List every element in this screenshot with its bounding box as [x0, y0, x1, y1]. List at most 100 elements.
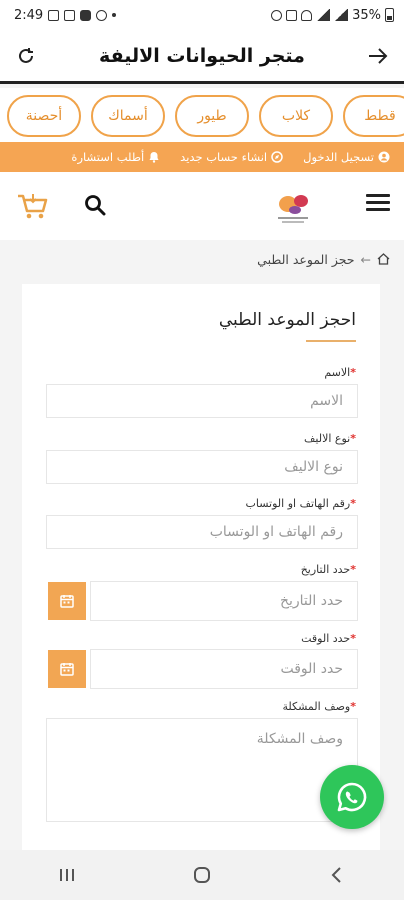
- recent-apps-button[interactable]: [47, 855, 87, 895]
- back-button[interactable]: [366, 44, 390, 68]
- name-placeholder: الاسم: [310, 393, 343, 409]
- pet-type-input[interactable]: نوع الاليف: [46, 450, 358, 484]
- status-left: 2:49: [14, 7, 117, 23]
- time-label: حدد الوقت*: [301, 632, 356, 645]
- category-cats[interactable]: قطط: [343, 95, 404, 137]
- compass-icon: [271, 151, 283, 163]
- category-dogs[interactable]: كلاب: [259, 95, 333, 137]
- calendar-icon: [60, 663, 74, 676]
- status-bar: 2:49 35%: [0, 0, 404, 30]
- time-placeholder: حدد الوقت: [280, 661, 343, 677]
- time-label-text: حدد الوقت: [301, 632, 351, 645]
- login-link[interactable]: تسجيل الدخول: [303, 150, 390, 164]
- mute-icon: [286, 9, 298, 21]
- chevron-left-icon: [331, 867, 341, 883]
- category-label: طيور: [197, 108, 227, 124]
- required-mark: *: [350, 563, 356, 576]
- time-input[interactable]: حدد الوقت: [90, 649, 358, 689]
- pets-logo-icon: [278, 195, 308, 223]
- back-nav-button[interactable]: [317, 855, 357, 895]
- whatsapp-icon: [337, 782, 367, 812]
- category-label: كلاب: [281, 108, 311, 124]
- required-mark: *: [350, 632, 356, 645]
- pet-type-label-text: نوع الاليف: [304, 432, 351, 445]
- gallery-notification-icon: [48, 9, 60, 21]
- pet-type-placeholder: نوع الاليف: [284, 459, 343, 475]
- phone-label: رقم الهاتف او الوتساب*: [246, 497, 356, 510]
- category-label: أسماك: [108, 108, 148, 124]
- phone-input[interactable]: رقم الهاتف او الوتساب: [46, 515, 358, 549]
- form-title: احجز الموعد الطبي: [218, 310, 356, 330]
- user-icon: [378, 151, 390, 163]
- status-right: 35%: [271, 8, 394, 23]
- cart-button[interactable]: [16, 190, 50, 226]
- app-title-bar: متجر الحيوانات الاليفة: [0, 30, 404, 84]
- name-input[interactable]: الاسم: [46, 384, 358, 418]
- page-title: متجر الحيوانات الاليفة: [99, 44, 305, 67]
- calendar-icon: [60, 595, 74, 608]
- phone-placeholder: رقم الهاتف او الوتساب: [209, 524, 343, 540]
- problem-label-text: وصف المشكلة: [282, 700, 351, 713]
- more-notifications-icon: [112, 13, 117, 17]
- register-label: انشاء حساب جديد: [180, 150, 268, 164]
- wifi-call-icon: [301, 9, 313, 21]
- account-links-bar: أطلب استشارة انشاء حساب جديد تسجيل الدخو…: [0, 142, 404, 172]
- name-label-text: الاسم: [324, 366, 351, 379]
- settings-notification-icon: [96, 9, 108, 21]
- cart-icon: [18, 194, 48, 219]
- phone-label-text: رقم الهاتف او الوتساب: [245, 497, 351, 510]
- hamburger-menu-button[interactable]: [366, 194, 390, 215]
- signal-icon: [316, 9, 331, 21]
- date-placeholder: حدد التاريخ: [279, 593, 343, 609]
- battery-icon: [385, 8, 394, 22]
- arrow-right-icon: [369, 47, 388, 64]
- whatsapp-button[interactable]: [320, 765, 384, 829]
- search-button[interactable]: [84, 194, 106, 220]
- site-logo[interactable]: [268, 188, 318, 228]
- search-icon: [85, 195, 106, 216]
- register-link[interactable]: انشاء حساب جديد: [180, 150, 283, 164]
- date-label: حدد التاريخ*: [301, 563, 356, 576]
- login-label: تسجيل الدخول: [303, 150, 374, 164]
- status-time: 2:49: [14, 7, 44, 23]
- menu-line: [366, 208, 390, 211]
- consult-link[interactable]: أطلب استشارة: [71, 150, 160, 164]
- gallery-notification-icon: [64, 9, 76, 21]
- breadcrumb-separator: ←: [360, 251, 371, 267]
- appointment-form-card: احجز الموعد الطبي الاسم* الاسم نوع الالي…: [22, 284, 380, 850]
- required-mark: *: [350, 497, 356, 510]
- breadcrumb-current: حجز الموعد الطبي: [257, 251, 355, 267]
- date-input[interactable]: حدد التاريخ: [90, 581, 358, 621]
- problem-textarea[interactable]: وصف المشكلة: [46, 718, 358, 822]
- signal-icon: [334, 9, 349, 21]
- home-icon[interactable]: [377, 253, 390, 265]
- home-circle-icon: [193, 867, 210, 883]
- category-fish[interactable]: أسماك: [91, 95, 165, 137]
- refresh-button[interactable]: [14, 44, 38, 68]
- date-label-text: حدد التاريخ: [300, 563, 351, 576]
- category-birds[interactable]: طيور: [175, 95, 249, 137]
- required-mark: *: [350, 366, 356, 379]
- category-label: أحصنة: [25, 108, 63, 124]
- category-label: قطط: [364, 108, 396, 124]
- consult-label: أطلب استشارة: [71, 150, 145, 164]
- time-calendar-button[interactable]: [48, 650, 86, 688]
- system-navigation-bar: [0, 850, 404, 900]
- facebook-notification-icon: [80, 9, 92, 21]
- home-button[interactable]: [182, 855, 222, 895]
- required-mark: *: [350, 432, 356, 445]
- refresh-icon: [19, 47, 33, 63]
- category-pills: قطط كلاب طيور أسماك أحصنة: [0, 88, 404, 142]
- problem-label: وصف المشكلة*: [283, 700, 357, 713]
- battery-percentage: 35%: [352, 7, 381, 23]
- bell-icon: [149, 152, 159, 163]
- alarm-icon: [271, 9, 283, 21]
- category-horses[interactable]: أحصنة: [7, 95, 81, 137]
- problem-placeholder: وصف المشكلة: [256, 731, 343, 747]
- name-label: الاسم*: [324, 366, 356, 379]
- menu-line: [366, 194, 390, 197]
- date-calendar-button[interactable]: [48, 582, 86, 620]
- required-mark: *: [350, 700, 356, 713]
- recent-apps-icon: [60, 869, 75, 881]
- title-underline: [306, 340, 356, 342]
